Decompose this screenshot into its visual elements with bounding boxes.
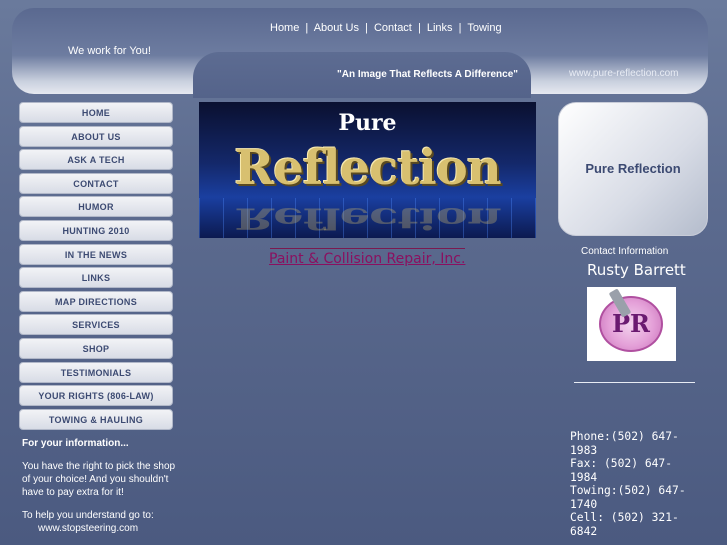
topnav-contact-link[interactable]: Contact [374, 22, 412, 34]
sidebar-item-your-rights[interactable]: YOUR RIGHTS (806-LAW) [19, 385, 173, 407]
phone-list: Phone:(502) 647-1983 Fax: (502) 647-1984… [570, 430, 698, 538]
pr-logo-circle: PR [599, 296, 663, 352]
contact-heading: Contact Information [581, 246, 669, 257]
info-rights-text: You have the right to pick the shop of y… [22, 461, 176, 498]
brand-card: Pure Reflection [558, 102, 708, 236]
nav-separator: | [458, 22, 462, 34]
brand-card-title: Pure Reflection [585, 161, 681, 176]
company-name-link[interactable]: Paint & Collision Repair, Inc. [269, 251, 465, 267]
sidebar-item-testimonials[interactable]: TESTIMONIALS [19, 361, 173, 383]
sidebar-item-towing-hauling[interactable]: TOWING & HAULING [19, 408, 173, 430]
tagline: We work for You! [68, 45, 151, 57]
banner-reflection-text: Reflection [234, 140, 501, 196]
sidebar-item-services[interactable]: SERVICES [19, 314, 173, 336]
sidebar-item-home[interactable]: HOME [19, 102, 173, 123]
sidebar-item-in-the-news[interactable]: IN THE NEWS [19, 243, 173, 265]
sidebar-item-contact[interactable]: CONTACT [19, 172, 173, 194]
sidebar-item-map-directions[interactable]: MAP DIRECTIONS [19, 290, 173, 312]
sidebar-item-humor[interactable]: HUMOR [19, 196, 173, 218]
sidebar-item-hunting-2010[interactable]: HUNTING 2010 [19, 219, 173, 241]
info-heading: For your information... [22, 438, 129, 449]
fax-number: Fax: (502) 647-1984 [570, 457, 673, 484]
sidebar-item-ask-a-tech[interactable]: ASK A TECH [19, 149, 173, 171]
divider [270, 248, 465, 249]
sidebar-nav: HOME ABOUT US ASK A TECH CONTACT HUMOR H… [19, 102, 173, 432]
nav-separator: | [305, 22, 309, 34]
banner-pure-text: Pure [338, 110, 397, 136]
sidebar-item-about-us[interactable]: ABOUT US [19, 125, 173, 147]
contact-name: Rusty Barrett [587, 261, 686, 279]
website-url: www.pure-reflection.com [569, 68, 679, 79]
divider [574, 382, 695, 383]
pr-logo: PR [587, 287, 676, 361]
info-panel: For your information... You have the rig… [22, 437, 182, 535]
sidebar-item-shop[interactable]: SHOP [19, 337, 173, 359]
nav-separator: | [417, 22, 421, 34]
nav-separator: | [365, 22, 368, 34]
stopsteering-link[interactable]: www.stopsteering.com [22, 522, 182, 535]
info-help-text: To help you understand go to: [22, 510, 154, 521]
top-nav: Home | About Us | Contact | Links | Towi… [270, 22, 502, 34]
banner-reflection: Reflection [234, 201, 501, 235]
cell-number: Cell: (502) 321-6842 [570, 511, 679, 538]
sidebar-item-links[interactable]: LINKS [19, 267, 173, 289]
phone-number: Phone:(502) 647-1983 [570, 430, 679, 457]
topnav-towing-link[interactable]: Towing [467, 22, 501, 34]
motto: "An Image That Reflects A Difference" [337, 69, 519, 80]
towing-number: Towing:(502) 647-1740 [570, 484, 686, 511]
topnav-about-link[interactable]: About Us [314, 22, 359, 34]
pure-reflection-banner: Reflection Pure Reflection [199, 102, 536, 238]
topnav-links-link[interactable]: Links [427, 22, 453, 34]
topnav-home-link[interactable]: Home [270, 22, 299, 34]
